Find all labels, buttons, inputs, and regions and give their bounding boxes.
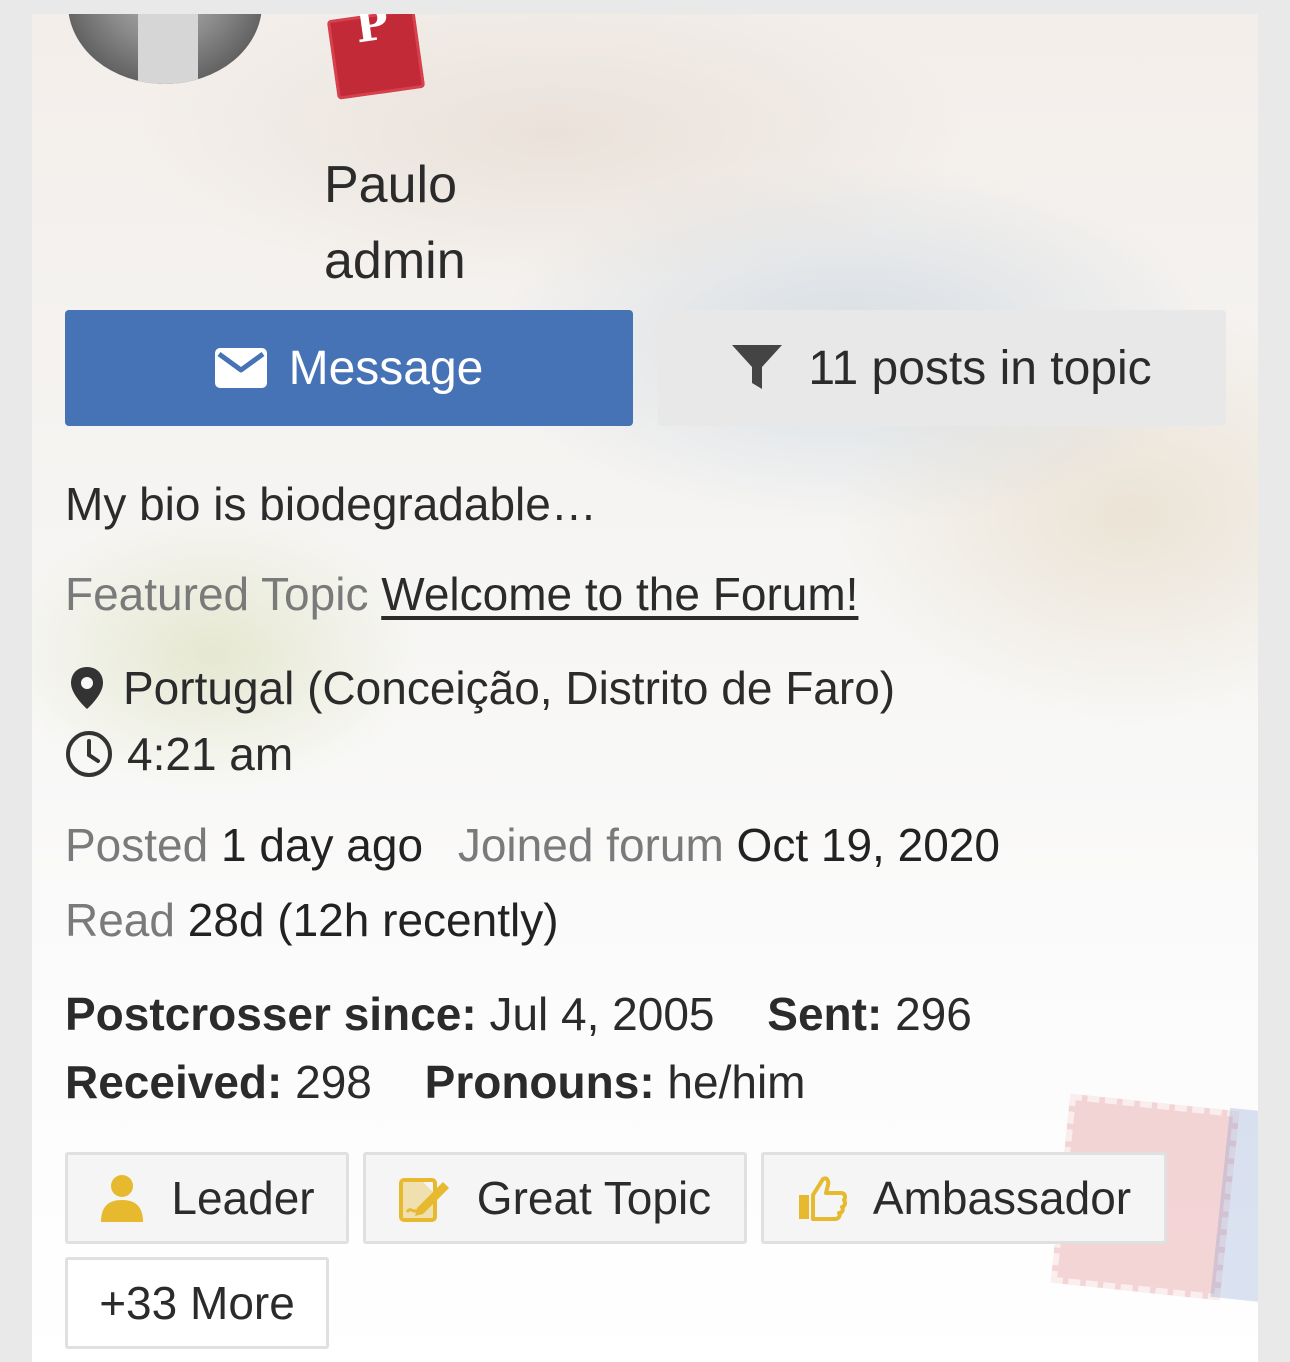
filter-icon: [732, 345, 783, 389]
user-name[interactable]: Paulo: [324, 156, 457, 214]
badge-ambassador[interactable]: Ambassador: [761, 1152, 1167, 1244]
envelope-icon: [214, 348, 267, 388]
postcrosser-since-label: Postcrosser since:: [65, 988, 477, 1040]
sent-value: 296: [895, 988, 972, 1040]
posted-label: Posted: [65, 819, 209, 871]
user-card: P Paulo admin Message 11 posts in topic …: [32, 14, 1258, 1362]
pronouns-label: Pronouns:: [424, 1056, 655, 1108]
postcrosser-since-value: Jul 4, 2005: [489, 988, 715, 1040]
joined-label: Joined forum: [457, 819, 724, 871]
received-label: Received:: [65, 1056, 283, 1108]
posted-value[interactable]: 1 day ago: [221, 819, 423, 871]
badge-letter: P: [352, 14, 392, 54]
location-text: Portugal (Conceição, Distrito de Faro): [123, 662, 896, 714]
read-value: 28d (12h recently): [187, 894, 559, 946]
user-title: admin: [324, 232, 466, 290]
filter-posts-button[interactable]: 11 posts in topic: [658, 310, 1226, 426]
thumbs-up-icon: [798, 1176, 847, 1221]
featured-topic-link[interactable]: Welcome to the Forum!: [381, 568, 858, 620]
postcrossing-logo-badge: P: [326, 14, 426, 100]
edit-icon: [398, 1178, 449, 1222]
pronouns-value: he/him: [667, 1056, 806, 1108]
message-button-label: Message: [288, 341, 484, 395]
user-location: Portugal (Conceição, Distrito de Faro): [65, 660, 895, 716]
joined-value: Oct 19, 2020: [736, 819, 1000, 871]
filter-posts-label: 11 posts in topic: [808, 341, 1152, 395]
featured-topic-label: Featured Topic: [65, 568, 369, 620]
user-icon: [101, 1175, 144, 1222]
postcrossing-stats-2: Received: 298 Pronouns: he/him: [65, 1054, 806, 1110]
badge-leader[interactable]: Leader: [65, 1152, 349, 1244]
badge-ambassador-label: Ambassador: [872, 1172, 1132, 1224]
received-value: 298: [295, 1056, 372, 1108]
local-time-text: 4:21 am: [127, 728, 294, 780]
more-badges-label: +33 More: [99, 1277, 295, 1329]
user-bio: My bio is biodegradable…: [65, 478, 597, 530]
clock-icon: [66, 731, 112, 777]
postcrossing-stats: Postcrosser since: Jul 4, 2005 Sent: 296: [65, 986, 972, 1042]
user-local-time: 4:21 am: [65, 726, 293, 782]
read-label: Read: [65, 894, 175, 946]
sent-label: Sent:: [767, 988, 883, 1040]
message-button[interactable]: Message: [65, 310, 633, 426]
badge-leader-label: Leader: [171, 1172, 315, 1224]
featured-topic: Featured Topic Welcome to the Forum!: [65, 566, 858, 622]
read-stats: Read 28d (12h recently): [65, 892, 559, 948]
badge-great-topic[interactable]: Great Topic: [363, 1152, 747, 1244]
activity-stats: Posted 1 day ago Joined forum Oct 19, 20…: [65, 817, 1000, 873]
badge-great-topic-label: Great Topic: [476, 1172, 712, 1224]
more-badges-button[interactable]: +33 More: [65, 1257, 329, 1349]
map-marker-icon: [71, 667, 103, 709]
avatar-figure: [138, 14, 198, 84]
